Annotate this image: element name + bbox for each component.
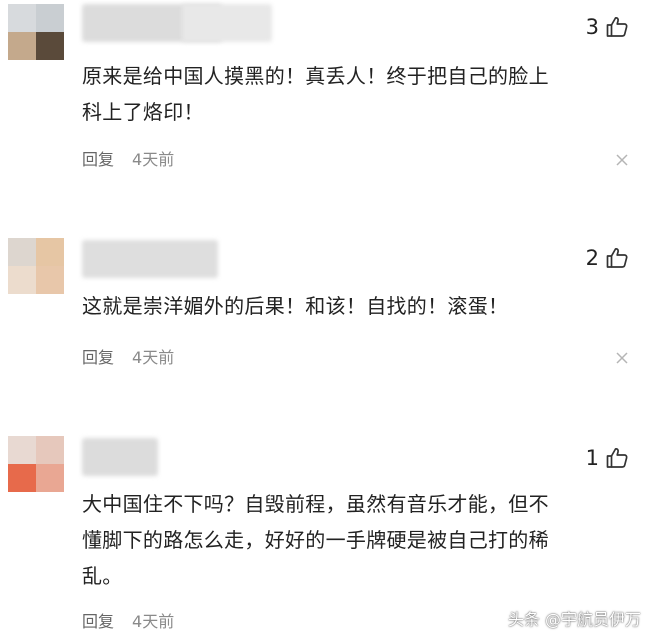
comment-time: 4天前 [132,612,175,631]
like-count: 1 [585,446,599,470]
thumbs-up-icon [606,248,628,268]
reply-button[interactable]: 回复 [82,608,114,632]
avatar[interactable] [8,238,64,294]
username-blurred[interactable] [82,438,158,476]
comment-item: 3 原来是给中国人摸黑的！真丢人！终于把自己的脸上 科上了烙印！ 回复 4天前 [0,0,657,200]
reply-button[interactable]: 回复 [82,146,114,170]
username-blurred [182,4,272,42]
like-button[interactable]: 3 [586,12,629,42]
username-blurred[interactable] [82,240,218,278]
avatar[interactable] [8,436,64,492]
avatar[interactable] [8,4,64,60]
comment-meta: 回复 4天前 [82,608,174,632]
comment-text: 这就是崇洋媚外的后果！和该！自找的！滚蛋！ [82,294,509,318]
reply-button[interactable]: 回复 [82,344,114,368]
thumbs-up-icon [606,17,628,37]
comment-time: 4天前 [132,150,175,169]
comment-meta: 回复 4天前 [82,146,174,170]
close-icon[interactable] [615,153,629,167]
like-button[interactable]: 2 [586,243,629,273]
comment-text: 原来是给中国人摸黑的！真丢人！终于把自己的脸上 科上了烙印！ [82,64,549,124]
like-count: 2 [585,246,599,270]
like-button[interactable]: 1 [586,443,629,473]
close-icon[interactable] [615,351,629,365]
comment-time: 4天前 [132,348,175,367]
thumbs-up-icon [606,448,628,468]
like-count: 3 [585,15,599,39]
comment-text: 大中国住不下吗？自毁前程，虽然有音乐才能，但不 懂脚下的路怎么走，好好的一手牌硬… [82,492,549,588]
comment-meta: 回复 4天前 [82,344,174,368]
comment-item: 2 这就是崇洋媚外的后果！和该！自找的！滚蛋！ 回复 4天前 [0,230,657,400]
watermark: 头条 @宇航员伊万 [507,610,641,629]
